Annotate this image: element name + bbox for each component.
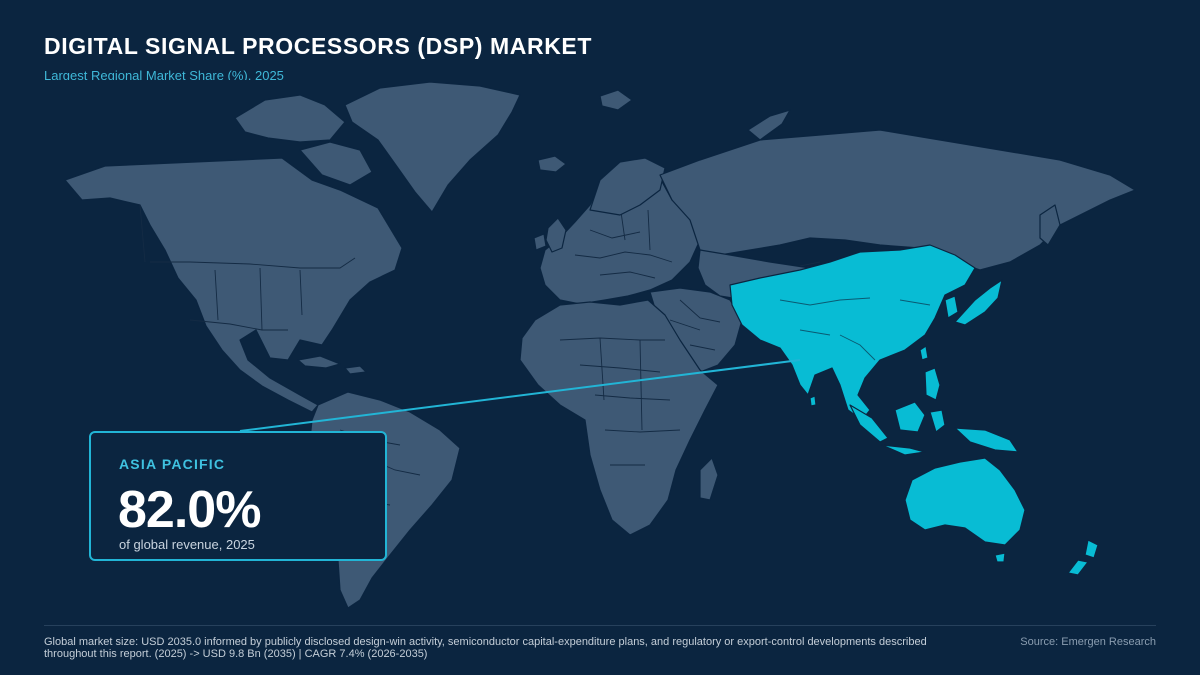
footnote: Global market size: USD 2035.0 informed … — [44, 636, 927, 660]
source-credit: Source: Emergen Research — [1020, 636, 1156, 648]
ireland — [533, 233, 547, 251]
canadian-arctic-islands — [234, 94, 346, 143]
taiwan — [919, 345, 929, 361]
share-value: 82.0% — [118, 481, 261, 539]
korea — [944, 295, 959, 319]
new-guinea — [954, 427, 1019, 453]
footer-divider — [44, 625, 1156, 626]
russia — [659, 129, 1136, 271]
sri-lanka — [809, 395, 817, 407]
australia — [904, 457, 1026, 546]
svalbard — [599, 89, 633, 111]
iceland — [537, 155, 567, 173]
callout-connector — [239, 359, 801, 432]
region-name: ASIA PACIFIC — [119, 456, 226, 472]
greenland — [344, 81, 521, 213]
java — [881, 444, 926, 456]
share-caption: of global revenue, 2025 — [119, 537, 255, 552]
new-zealand-south — [1067, 559, 1089, 576]
new-zealand-north — [1084, 539, 1099, 559]
novaya-zemlya — [747, 109, 791, 141]
cuba — [297, 355, 341, 369]
philippines — [924, 367, 941, 401]
hispaniola — [344, 365, 367, 375]
borneo — [894, 401, 926, 433]
sulawesi — [929, 409, 946, 433]
madagascar — [699, 457, 719, 501]
region-callout: ASIA PACIFIC 82.0% of global revenue, 20… — [89, 431, 387, 561]
tasmania — [994, 552, 1006, 563]
